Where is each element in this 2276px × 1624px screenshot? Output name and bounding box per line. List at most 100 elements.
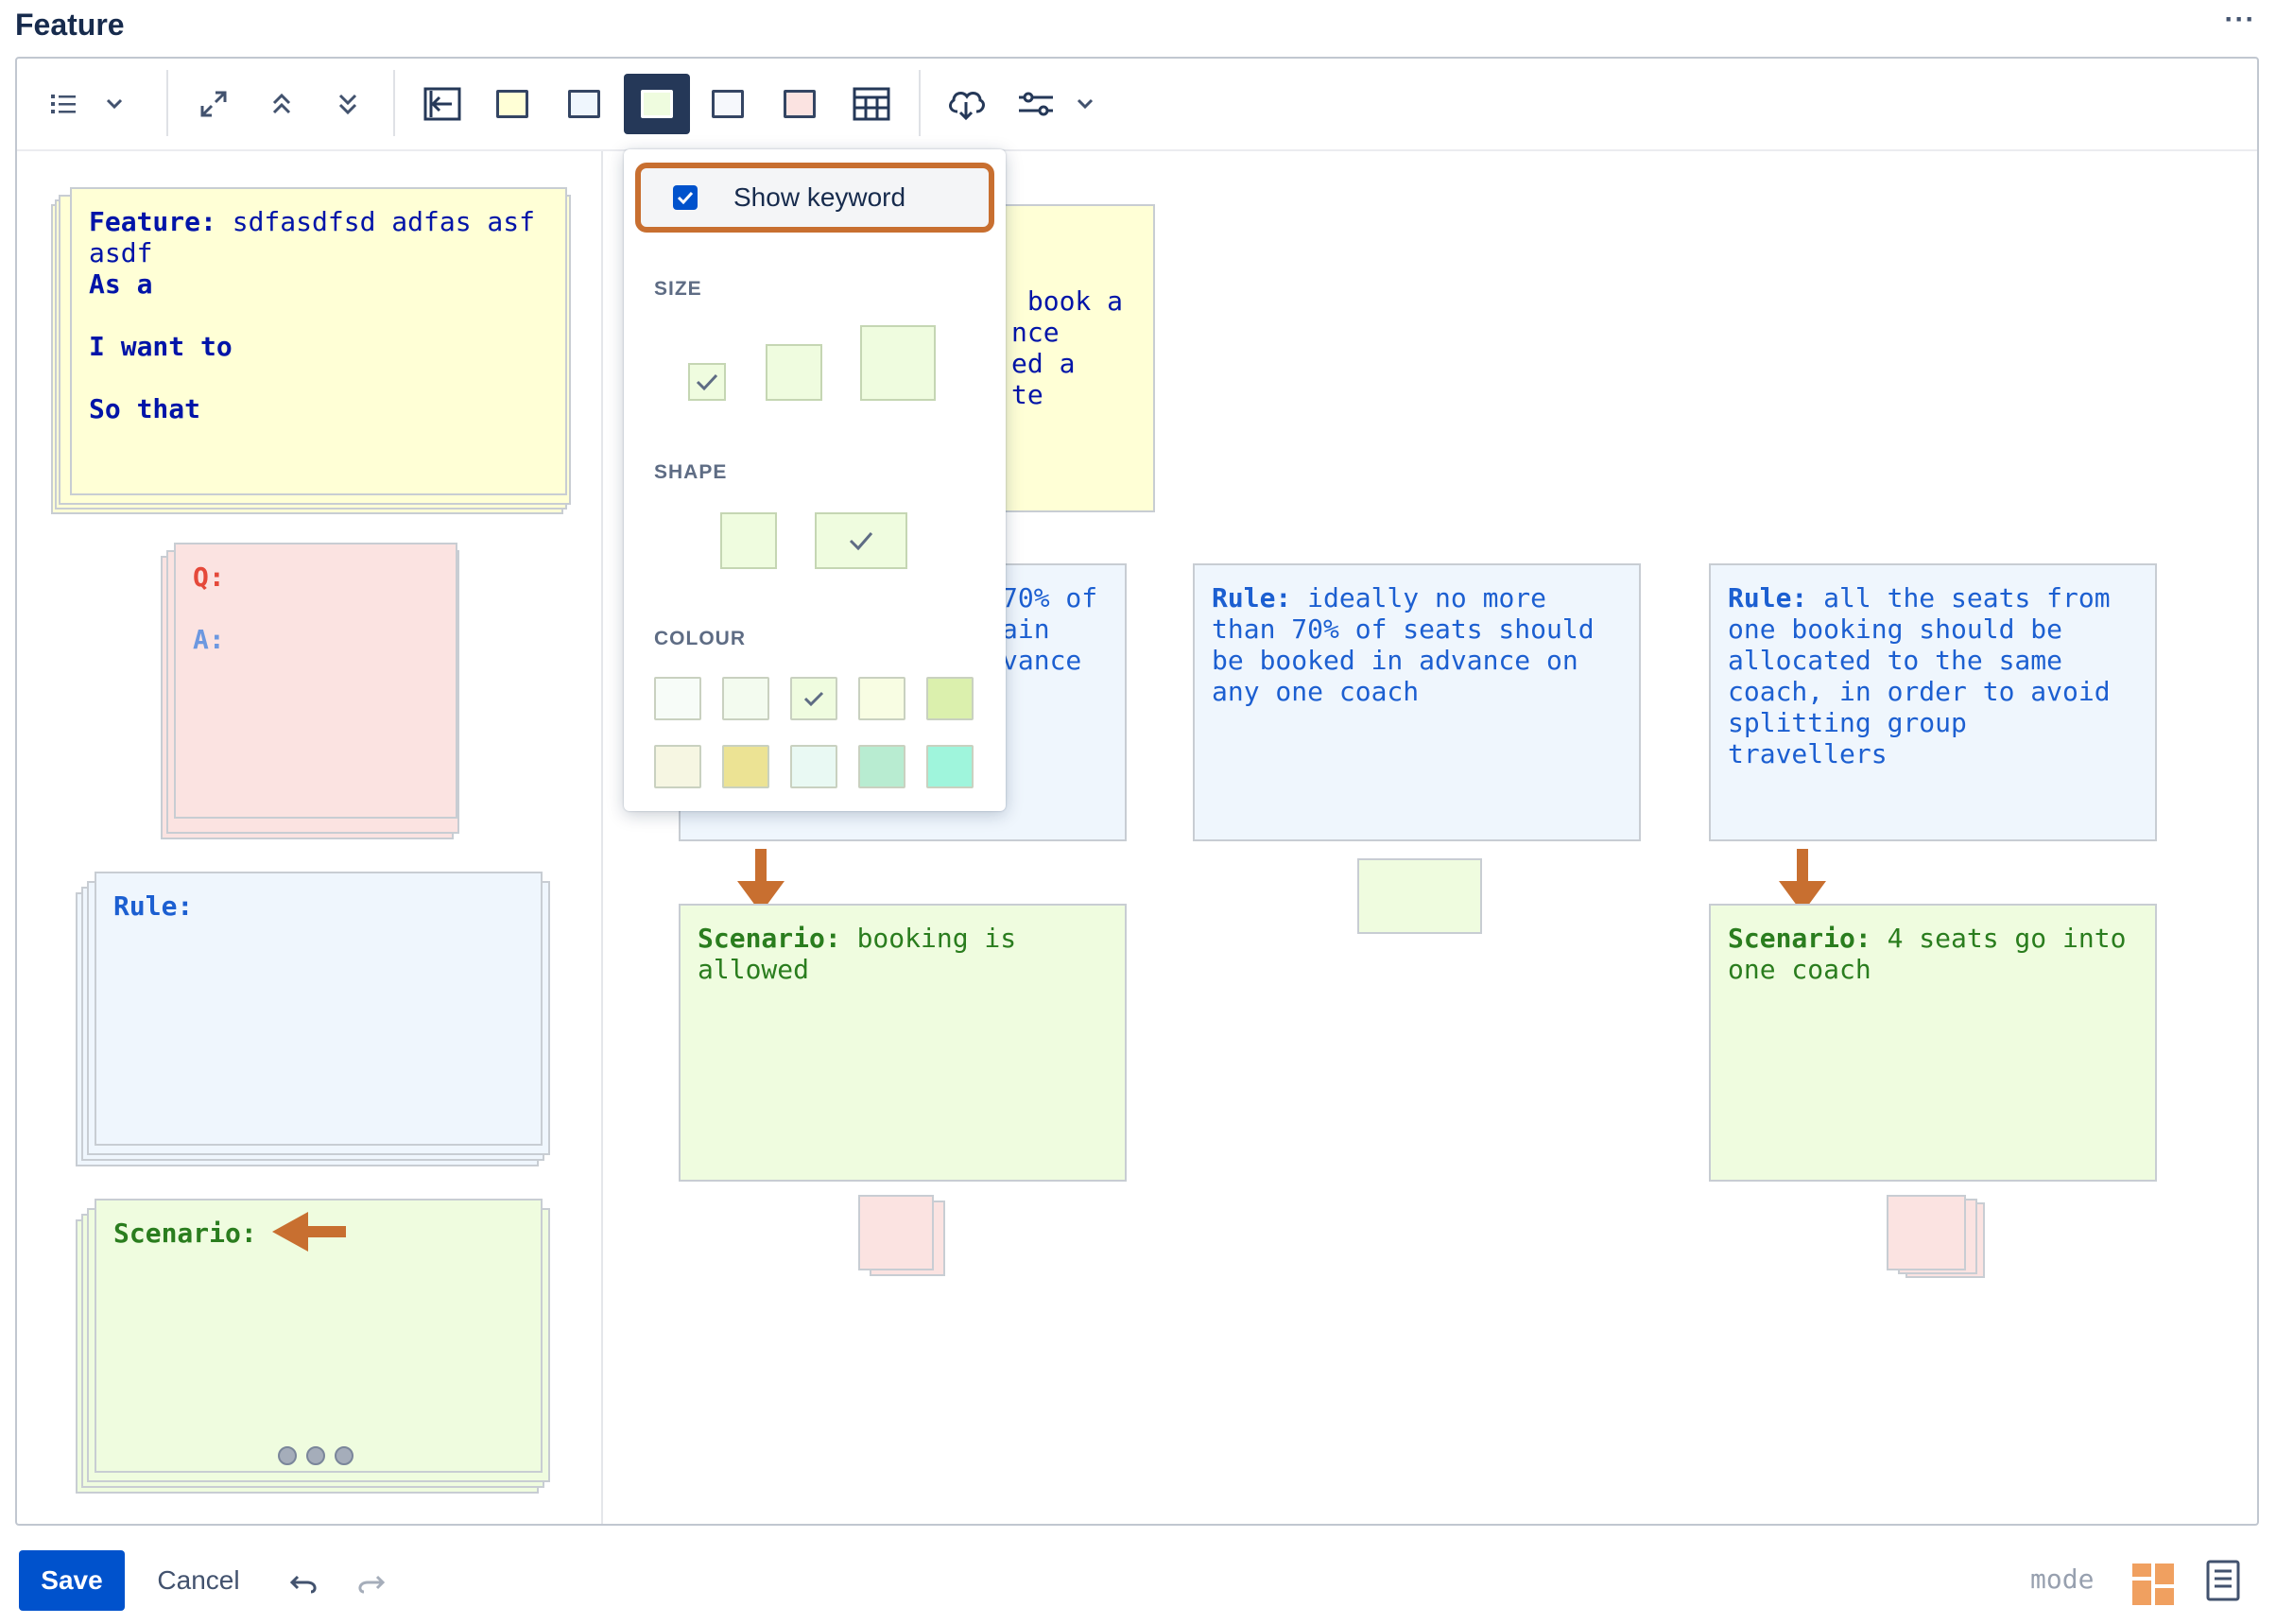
settings-dropdown-button[interactable] xyxy=(1066,74,1104,134)
more-options-button[interactable]: ··· xyxy=(2221,6,2259,43)
rule-keyword: Rule: xyxy=(113,890,194,922)
size-medium-option[interactable] xyxy=(766,344,822,401)
add-pink-card-button[interactable] xyxy=(769,74,830,134)
document-icon xyxy=(2206,1560,2240,1601)
feature-keyword: Feature: xyxy=(89,206,216,237)
toolbar xyxy=(17,59,2257,151)
download-button[interactable] xyxy=(936,74,996,134)
check-icon xyxy=(696,373,718,391)
check-icon xyxy=(849,532,873,551)
settings-sliders-icon xyxy=(1019,92,1053,116)
scenario-keyword: Scenario: xyxy=(698,923,841,954)
table-icon xyxy=(853,87,890,121)
dot-icon xyxy=(335,1446,353,1465)
rule-text-line: 70% of xyxy=(1002,582,1098,613)
scenario-keyword: Scenario: xyxy=(113,1218,257,1249)
rule-text-line: ain xyxy=(1002,613,1050,645)
list-dropdown-button[interactable] xyxy=(91,74,138,134)
cloud-download-icon xyxy=(949,92,985,121)
more-dots[interactable] xyxy=(278,1446,359,1467)
add-blue-card-button[interactable] xyxy=(554,74,614,134)
shape-square-option[interactable] xyxy=(720,512,777,569)
save-button[interactable]: Save xyxy=(19,1550,125,1611)
rule-template-card[interactable]: Rule: xyxy=(95,872,543,1146)
feature-template-card[interactable]: Feature: sdfasdfsd adfas asf asdf As a I… xyxy=(70,187,567,495)
table-view-button[interactable] xyxy=(841,74,902,134)
colour-swatch[interactable] xyxy=(858,745,905,788)
list-view-button[interactable] xyxy=(34,74,95,134)
colour-swatch[interactable] xyxy=(790,745,837,788)
colour-title: COLOUR xyxy=(654,628,746,649)
pink-card-icon xyxy=(784,90,816,118)
rule-card[interactable]: Rule: all the seats from one booking sho… xyxy=(1709,563,2157,841)
colour-swatch[interactable] xyxy=(926,677,974,720)
redo-button[interactable] xyxy=(350,1562,391,1603)
colour-swatch[interactable] xyxy=(858,677,905,720)
as-a-line: As a xyxy=(89,268,153,300)
collapse-down-button[interactable] xyxy=(318,74,378,134)
undo-icon xyxy=(290,1575,317,1594)
settings-button[interactable] xyxy=(1006,74,1066,134)
toolbar-separator xyxy=(919,70,921,136)
rule-text-line: vance xyxy=(1002,645,1082,676)
redo-icon xyxy=(358,1575,385,1594)
colour-swatch[interactable] xyxy=(926,745,974,788)
undo-button[interactable] xyxy=(284,1562,325,1603)
shape-title: SHAPE xyxy=(654,461,728,483)
toolbar-separator xyxy=(393,70,395,136)
colour-swatch[interactable] xyxy=(722,677,769,720)
size-large-option[interactable] xyxy=(860,325,936,401)
list-icon xyxy=(51,95,76,113)
sidebar-divider xyxy=(601,151,603,1524)
colour-swatch[interactable] xyxy=(722,745,769,788)
page-title: Feature xyxy=(15,8,125,42)
add-yellow-card-button[interactable] xyxy=(482,74,543,134)
answer-keyword: A: xyxy=(193,624,225,655)
colour-swatch[interactable] xyxy=(790,677,837,720)
cancel-button[interactable]: Cancel xyxy=(142,1550,255,1611)
add-green-card-button[interactable] xyxy=(624,74,690,134)
toolbar-separator xyxy=(166,70,168,136)
collapse-up-icon xyxy=(272,93,291,114)
colour-swatch[interactable] xyxy=(654,745,701,788)
add-white-card-button[interactable] xyxy=(698,74,758,134)
white-card-icon xyxy=(712,90,744,118)
board-mode-button[interactable] xyxy=(2130,1562,2176,1607)
expand-button[interactable] xyxy=(183,74,244,134)
green-card-icon xyxy=(641,90,673,118)
example-stack[interactable] xyxy=(858,1195,934,1270)
size-small-option[interactable] xyxy=(688,363,726,401)
dot-icon xyxy=(278,1446,297,1465)
back-panel-icon xyxy=(423,87,461,121)
chevron-down-icon xyxy=(106,98,123,110)
shape-wide-option[interactable] xyxy=(815,512,907,569)
scenario-keyword: Scenario: xyxy=(1728,923,1871,954)
card-style-popup: Show keyword SIZE SHAPE COLOUR xyxy=(624,149,1006,811)
feature-text-line: book a xyxy=(1011,285,1124,317)
board-grid-icon xyxy=(2132,1564,2174,1605)
add-scenario-placeholder[interactable] xyxy=(1357,858,1482,934)
document-mode-button[interactable] xyxy=(2206,1560,2246,1607)
rule-keyword: Rule: xyxy=(1212,582,1292,613)
question-template-card[interactable]: Q: A: xyxy=(174,543,457,819)
feature-text-line: nce xyxy=(1011,317,1060,348)
rule-card[interactable]: Rule: ideally no more than 70% of seats … xyxy=(1193,563,1641,841)
feature-text-line: ed a xyxy=(1011,348,1076,379)
example-stack[interactable] xyxy=(1887,1195,1966,1270)
colour-swatch[interactable] xyxy=(654,677,701,720)
dot-icon xyxy=(306,1446,325,1465)
collapse-down-icon xyxy=(338,94,357,115)
check-icon xyxy=(803,691,824,707)
feature-text-line: te xyxy=(1011,379,1043,410)
mode-label: mode xyxy=(2030,1564,2095,1595)
i-want-to-line: I want to xyxy=(89,331,233,362)
rule-keyword: Rule: xyxy=(1728,582,1808,613)
collapse-up-button[interactable] xyxy=(251,74,312,134)
show-keyword-highlight xyxy=(635,163,994,233)
so-that-line: So that xyxy=(89,393,201,424)
scenario-card[interactable]: Scenario: booking is allowed xyxy=(679,904,1127,1182)
question-keyword: Q: xyxy=(193,561,225,593)
scenario-card[interactable]: Scenario: 4 seats go into one coach xyxy=(1709,904,2157,1182)
back-panel-button[interactable] xyxy=(412,74,473,134)
arrow-left-icon xyxy=(272,1212,346,1252)
